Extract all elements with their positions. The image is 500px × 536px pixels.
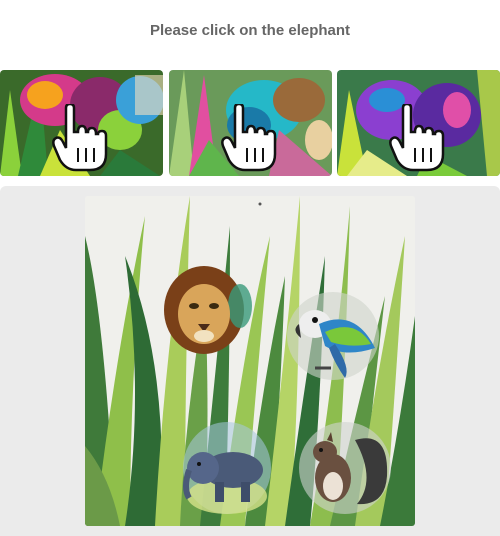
hand-pointer-icon (389, 104, 445, 172)
challenge-image[interactable] (85, 196, 415, 526)
example-images-row (0, 70, 500, 176)
example-image-2 (169, 70, 332, 176)
hand-pointer-icon (221, 104, 277, 172)
example-image-3 (337, 70, 500, 176)
squirrel[interactable] (297, 420, 393, 516)
instruction-text: Please click on the elephant (149, 22, 351, 39)
elephant[interactable] (181, 418, 273, 516)
lion[interactable] (160, 262, 252, 358)
hand-pointer-icon (52, 104, 108, 172)
example-image-1 (0, 70, 163, 176)
parrot[interactable] (285, 288, 381, 384)
challenge-panel (0, 186, 500, 536)
